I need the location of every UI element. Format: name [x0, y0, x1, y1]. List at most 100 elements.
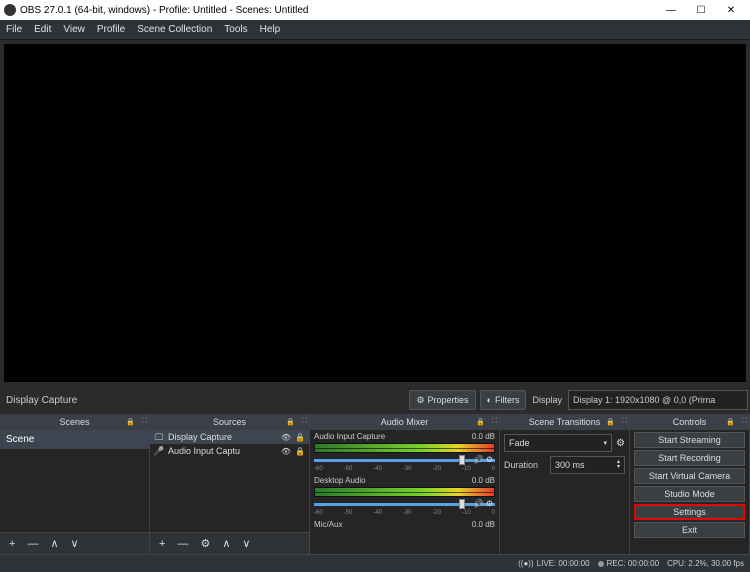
- lock-icon[interactable]: 🔒: [606, 418, 615, 426]
- mixer-body: Audio Input Capture0.0 dB 🔊⚙ -60-50-40-3…: [310, 430, 499, 554]
- controls-header: Controls 🔒 ⛶: [630, 414, 749, 430]
- scene-down-button[interactable]: ∨: [68, 537, 82, 550]
- display-icon: 🖵: [154, 432, 164, 442]
- scenes-header: Scenes 🔒 ⛶: [0, 414, 149, 430]
- lock-icon[interactable]: 🔒: [286, 418, 295, 426]
- sources-dock: Sources 🔒 ⛶ 🖵 Display Capture 👁 🔒 🎤 Audi…: [150, 414, 310, 554]
- filters-label: Filters: [495, 395, 520, 405]
- scenes-dock: Scenes 🔒 ⛶ Scene + — ∧ ∨: [0, 414, 150, 554]
- menu-edit[interactable]: Edit: [34, 24, 51, 35]
- menu-file[interactable]: File: [6, 24, 22, 35]
- sources-header: Sources 🔒 ⛶: [150, 414, 309, 430]
- visibility-toggle[interactable]: 👁: [281, 447, 291, 456]
- transition-select[interactable]: Fade▾: [504, 434, 612, 452]
- controls-dock: Controls 🔒 ⛶ Start Streaming Start Recor…: [630, 414, 750, 554]
- gear-icon: ⚙: [416, 395, 424, 406]
- popout-icon[interactable]: ⛶: [492, 418, 497, 426]
- gear-icon[interactable]: ⚙: [616, 438, 625, 449]
- mic-icon: 🎤: [154, 446, 164, 456]
- gear-icon[interactable]: ⚙: [486, 455, 493, 464]
- mixer-channel: Audio Input Capture0.0 dB 🔊⚙ -60-50-40-3…: [310, 430, 499, 474]
- display-label: Display: [530, 395, 564, 405]
- menu-tools[interactable]: Tools: [224, 24, 247, 35]
- properties-label: Properties: [428, 395, 469, 405]
- filters-icon: ◐: [487, 395, 492, 405]
- volume-slider[interactable]: 🔊⚙: [314, 455, 495, 465]
- popout-icon[interactable]: ⛶: [142, 418, 147, 426]
- transitions-header: Scene Transitions 🔒 ⛶: [500, 414, 629, 430]
- remove-source-button[interactable]: —: [174, 538, 191, 550]
- broadcast-icon: ((●)): [518, 559, 534, 568]
- lock-icon[interactable]: 🔒: [126, 418, 135, 426]
- close-button[interactable]: ✕: [716, 0, 746, 20]
- remove-scene-button[interactable]: —: [24, 538, 41, 550]
- volume-slider[interactable]: 🔊⚙: [314, 499, 495, 509]
- titlebar: OBS 27.0.1 (64-bit, windows) - Profile: …: [0, 0, 750, 20]
- scene-item[interactable]: Scene: [0, 430, 149, 449]
- popout-icon[interactable]: ⛶: [302, 418, 307, 426]
- popout-icon[interactable]: ⛶: [742, 418, 747, 426]
- sources-list[interactable]: 🖵 Display Capture 👁 🔒 🎤 Audio Input Capt…: [150, 430, 309, 532]
- settings-button[interactable]: Settings: [634, 504, 745, 520]
- rec-status: REC: 00:00:00: [598, 559, 659, 568]
- source-settings-button[interactable]: ⚙: [197, 537, 213, 550]
- controls-body: Start Streaming Start Recording Start Vi…: [630, 430, 749, 554]
- minimize-button[interactable]: —: [656, 0, 686, 20]
- source-item-audio[interactable]: 🎤 Audio Input Captu 👁 🔒: [150, 444, 309, 458]
- status-bar: ((●))LIVE: 00:00:00 REC: 00:00:00 CPU: 2…: [0, 554, 750, 572]
- visibility-toggle[interactable]: 👁: [281, 433, 291, 442]
- scenes-list[interactable]: Scene: [0, 430, 149, 532]
- volume-meter: [314, 443, 495, 453]
- source-toolbar: Display Capture ⚙ Properties ◐ Filters D…: [0, 386, 750, 414]
- source-down-button[interactable]: ∨: [239, 537, 253, 550]
- sources-footer: + — ⚙ ∧ ∨: [150, 532, 309, 554]
- menubar: File Edit View Profile Scene Collection …: [0, 20, 750, 40]
- gear-icon[interactable]: ⚙: [486, 499, 493, 508]
- menu-profile[interactable]: Profile: [97, 24, 125, 35]
- menu-scene-collection[interactable]: Scene Collection: [137, 24, 212, 35]
- lock-toggle[interactable]: 🔒: [295, 433, 305, 442]
- step-down-icon[interactable]: ▾: [617, 465, 620, 470]
- transitions-body: Fade▾ ⚙ Duration 300 ms ▴ ▾: [500, 430, 629, 554]
- transitions-dock: Scene Transitions 🔒 ⛶ Fade▾ ⚙ Duration 3…: [500, 414, 630, 554]
- app-icon: [4, 4, 16, 16]
- add-source-button[interactable]: +: [156, 538, 168, 550]
- menu-view[interactable]: View: [63, 24, 85, 35]
- add-scene-button[interactable]: +: [6, 538, 18, 550]
- chevron-down-icon: ▾: [604, 439, 608, 447]
- duration-input[interactable]: 300 ms ▴ ▾: [550, 456, 625, 474]
- display-select[interactable]: Display 1: 1920x1080 @ 0,0 (Prima: [568, 390, 748, 410]
- scenes-footer: + — ∧ ∨: [0, 532, 149, 554]
- selected-source-label: Display Capture: [2, 395, 77, 406]
- start-virtual-camera-button[interactable]: Start Virtual Camera: [634, 468, 745, 484]
- lock-icon[interactable]: 🔒: [726, 418, 735, 426]
- exit-button[interactable]: Exit: [634, 522, 745, 538]
- menu-help[interactable]: Help: [260, 24, 281, 35]
- studio-mode-button[interactable]: Studio Mode: [634, 486, 745, 502]
- record-icon: [598, 561, 604, 567]
- volume-meter: [314, 487, 495, 497]
- start-recording-button[interactable]: Start Recording: [634, 450, 745, 466]
- preview-container: [0, 40, 750, 386]
- preview-canvas[interactable]: [4, 44, 746, 382]
- mixer-header: Audio Mixer 🔒 ⛶: [310, 414, 499, 430]
- mixer-dock: Audio Mixer 🔒 ⛶ Audio Input Capture0.0 d…: [310, 414, 500, 554]
- maximize-button[interactable]: ☐: [686, 0, 716, 20]
- speaker-icon[interactable]: 🔊: [474, 499, 484, 508]
- mixer-channel: Desktop Audio0.0 dB 🔊⚙ -60-50-40-30-20-1…: [310, 474, 499, 518]
- speaker-icon[interactable]: 🔊: [474, 455, 484, 464]
- lock-toggle[interactable]: 🔒: [295, 447, 305, 456]
- properties-button[interactable]: ⚙ Properties: [409, 390, 475, 410]
- filters-button[interactable]: ◐ Filters: [480, 390, 527, 410]
- live-status: ((●))LIVE: 00:00:00: [518, 559, 589, 568]
- mixer-channel: Mic/Aux0.0 dB: [310, 518, 499, 531]
- source-up-button[interactable]: ∧: [219, 537, 233, 550]
- start-streaming-button[interactable]: Start Streaming: [634, 432, 745, 448]
- popout-icon[interactable]: ⛶: [622, 418, 627, 426]
- docks: Scenes 🔒 ⛶ Scene + — ∧ ∨ Sources 🔒 ⛶ 🖵 D…: [0, 414, 750, 554]
- window-title: OBS 27.0.1 (64-bit, windows) - Profile: …: [20, 5, 656, 16]
- scene-up-button[interactable]: ∧: [47, 537, 61, 550]
- lock-icon[interactable]: 🔒: [476, 418, 485, 426]
- source-item-display[interactable]: 🖵 Display Capture 👁 🔒: [150, 430, 309, 444]
- cpu-status: CPU: 2.2%, 30.00 fps: [667, 559, 744, 568]
